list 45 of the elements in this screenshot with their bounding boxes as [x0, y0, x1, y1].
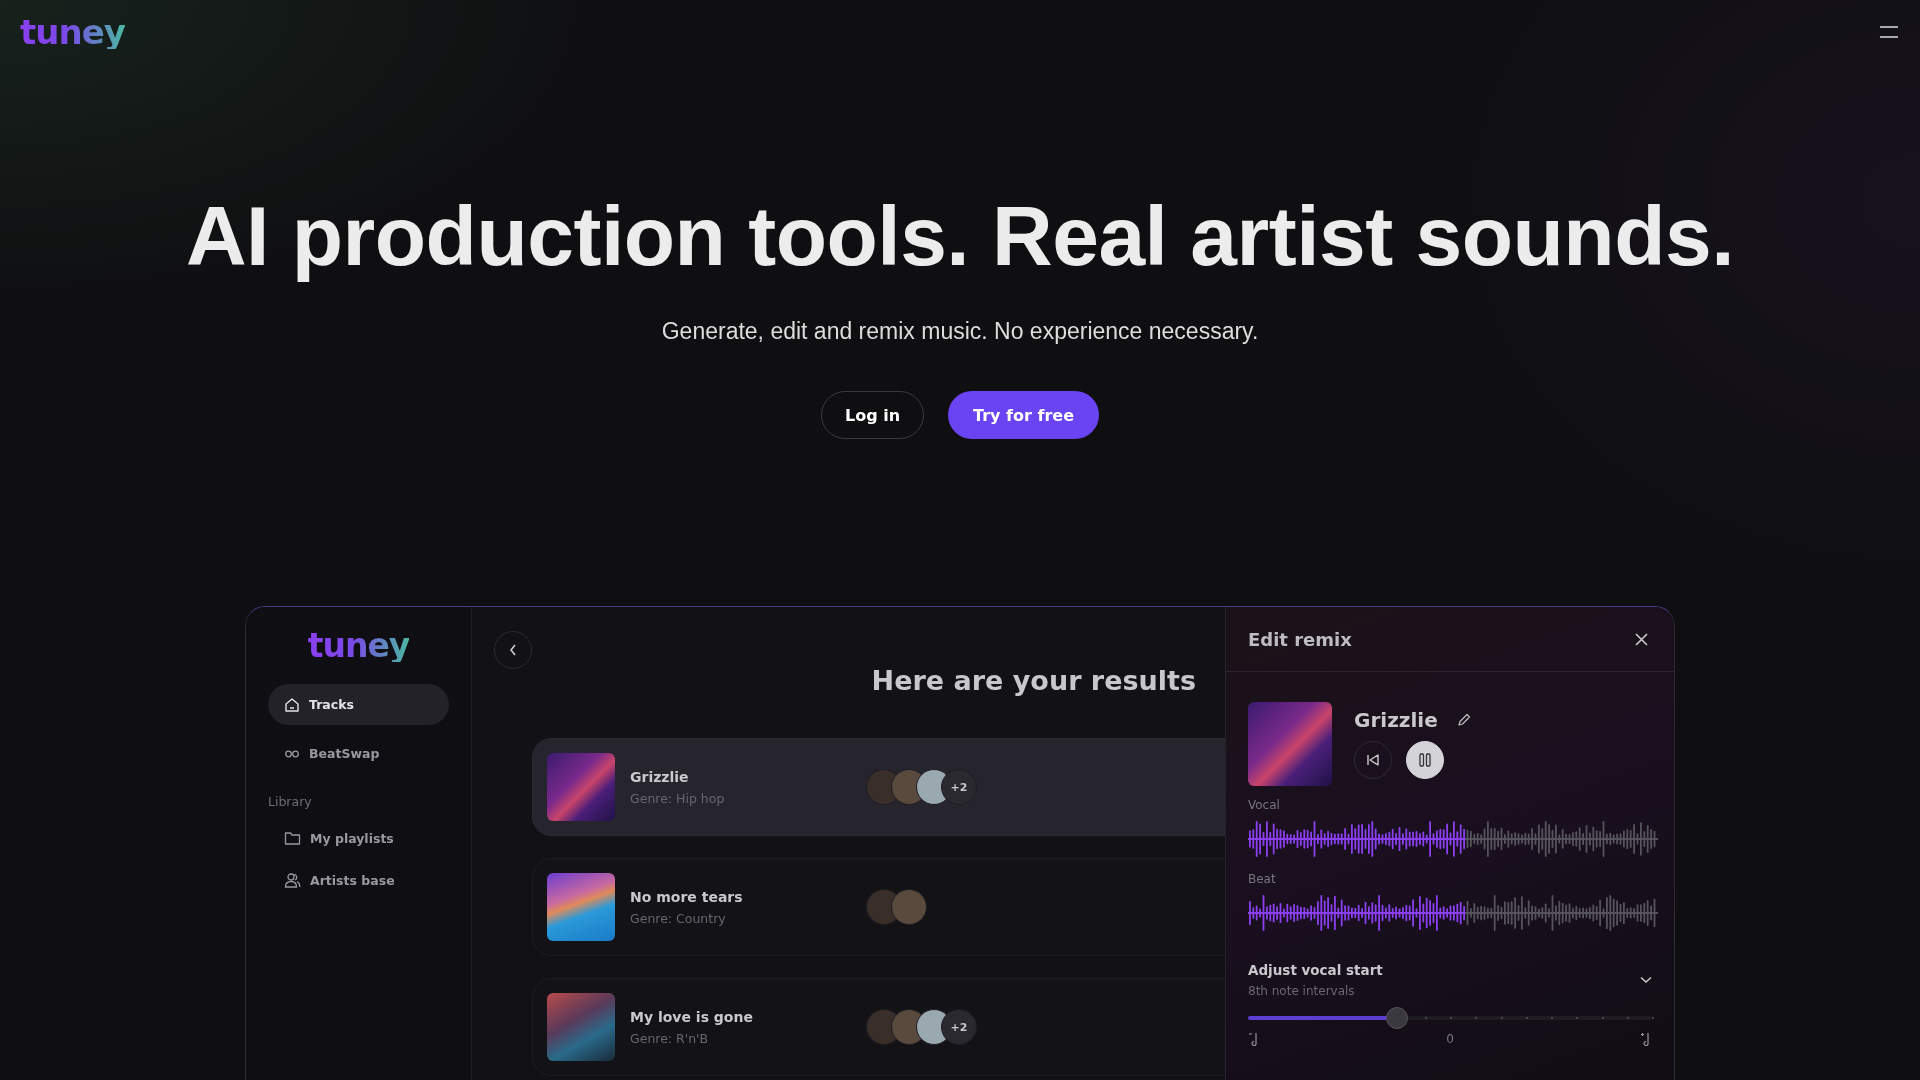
track-title: My love is gone — [630, 1008, 754, 1025]
slider-thumb[interactable] — [1386, 1007, 1409, 1029]
track-title: Grizzlie — [630, 768, 690, 785]
track-title: Grizzlie — [1354, 708, 1438, 732]
setting-title: Adjust vocal start — [1248, 962, 1383, 978]
cover-art-placeholder — [547, 753, 615, 821]
pause-icon — [1419, 753, 1431, 767]
track-genre: Genre: R'n'B — [630, 1030, 710, 1046]
play-pause-button[interactable] — [1406, 741, 1444, 779]
home-icon — [284, 696, 300, 713]
results-title: Here are your results — [870, 665, 1197, 696]
menu-icon[interactable] — [1880, 26, 1898, 38]
section-label: Library — [268, 794, 313, 809]
stem-label: Vocal — [1248, 798, 1281, 812]
track-row[interactable]: My love is gone Genre: R'n'B +2 — [532, 978, 1226, 1076]
setting-hint: 8th note intervals — [1248, 984, 1356, 998]
track-title: No more tears — [630, 888, 744, 905]
track-genre: Genre: Hip hop — [630, 790, 726, 806]
note-minus-icon — [1248, 1032, 1260, 1046]
cover-art-placeholder — [547, 873, 615, 941]
nav-item[interactable]: Tracks — [268, 684, 449, 725]
folder-icon — [284, 830, 301, 846]
panel-title: Edit remix — [1248, 628, 1352, 650]
more-artists-count: +2 — [941, 769, 977, 805]
track-row[interactable]: No more tears Genre: Country — [532, 858, 1226, 956]
people-icon — [284, 871, 301, 889]
nav-item[interactable]: My playlists — [268, 817, 449, 859]
stem-label: Beat — [1248, 872, 1277, 886]
skip-back-icon — [1366, 754, 1380, 766]
slider[interactable] — [1248, 1007, 1652, 1029]
chevron-left-icon — [509, 644, 517, 656]
try-free-button[interactable]: Try for free — [948, 391, 1100, 439]
more-artists-count: +2 — [941, 1009, 977, 1045]
hero-subtitle: Generate, edit and remix music. No experience necessary. — [661, 318, 1259, 345]
note-plus-icon — [1640, 1032, 1652, 1046]
close-icon — [1635, 632, 1648, 646]
track-row[interactable]: Grizzlie Genre: Hip hop +2 — [532, 738, 1226, 836]
track-genre: Genre: Country — [630, 910, 727, 926]
pencil-icon[interactable] — [1455, 712, 1472, 728]
nav-item[interactable]: Artists base — [268, 859, 449, 901]
slider-value: 0 — [1446, 1032, 1454, 1046]
nav-item[interactable]: BeatSwap — [268, 733, 449, 774]
artist-avatar — [891, 889, 927, 925]
chevron-down-icon[interactable] — [1640, 976, 1652, 984]
cover-art-placeholder — [547, 993, 615, 1061]
